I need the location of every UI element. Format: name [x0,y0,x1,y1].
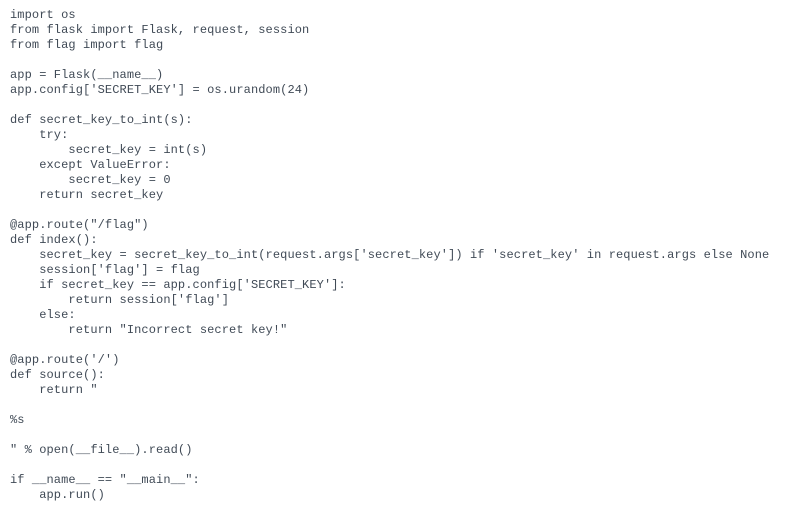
source-code-block: import os from flask import Flask, reque… [0,0,785,511]
